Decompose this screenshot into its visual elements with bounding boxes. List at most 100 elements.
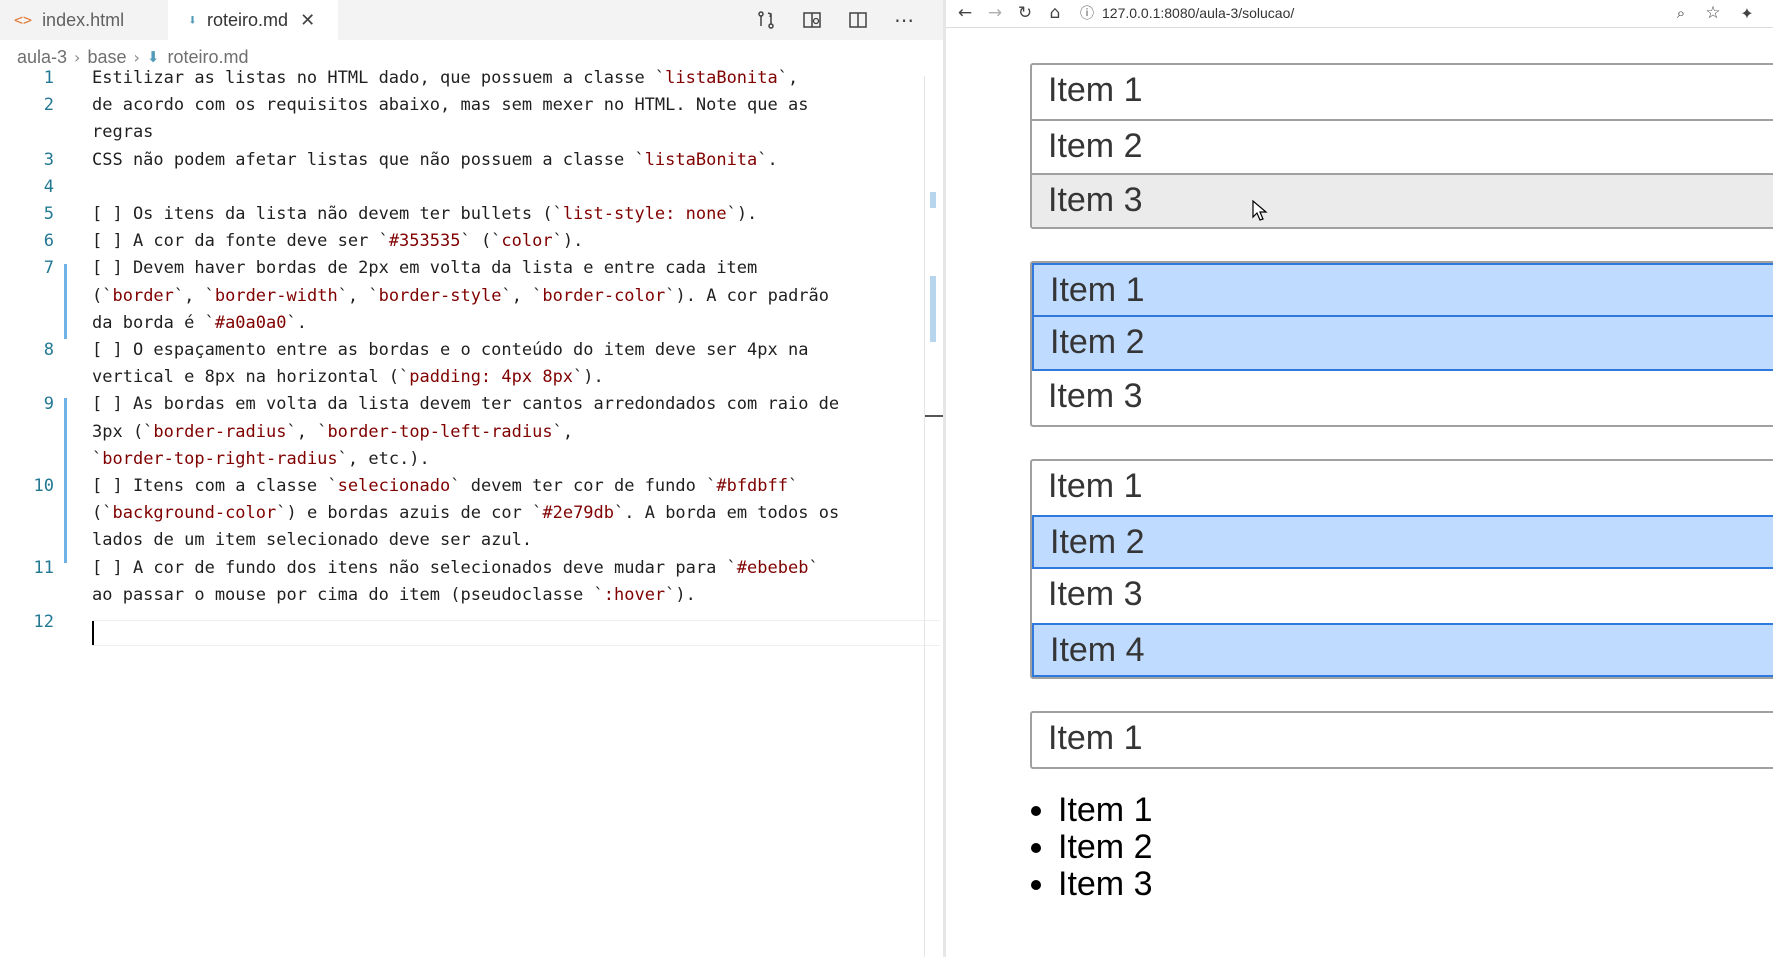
lista-bonita: Item 1 Item 2 Item 3 Item 4: [1030, 459, 1773, 679]
inline-code: border-top-left-radius: [327, 421, 553, 442]
line-number: 10: [33, 476, 54, 496]
code-line: da borda é `#a0a0a0`.: [92, 311, 307, 335]
more-actions-icon[interactable]: ⋯: [890, 6, 918, 34]
code-area[interactable]: 1 Estilizar as listas no HTML dado, que p…: [0, 66, 940, 957]
forward-icon[interactable]: →: [984, 2, 1006, 24]
list-item: Item 2: [1058, 829, 1152, 866]
line-text: lados de um item selecionado deve ser az…: [92, 530, 533, 551]
line-number: 3: [43, 149, 54, 170]
editor-scrollbar[interactable]: [924, 76, 945, 957]
chevron-right-icon: ›: [74, 47, 81, 67]
open-changes-icon[interactable]: [752, 6, 780, 34]
list-item[interactable]: Item 2: [1032, 119, 1773, 173]
inline-code: #ebebeb: [736, 557, 809, 578]
list-item[interactable]: Item 2: [1032, 515, 1773, 569]
scrollbar-marker: [930, 192, 936, 208]
scrollbar-marker: [930, 276, 936, 342]
line-text: `, `: [337, 285, 379, 306]
breadcrumb-folder[interactable]: base: [87, 47, 126, 68]
home-icon[interactable]: ⌂: [1044, 2, 1066, 24]
reload-icon[interactable]: ↻: [1014, 2, 1036, 24]
split-editor-icon[interactable]: [844, 6, 872, 34]
line-text: `,: [777, 68, 799, 88]
line-number: 7: [43, 258, 54, 279]
inline-code: border-color: [542, 285, 666, 306]
preview-icon[interactable]: [798, 6, 826, 34]
breadcrumb-folder[interactable]: aula-3: [17, 47, 67, 68]
scrollbar-cursor-marker: [925, 415, 945, 417]
line-text: `: [92, 448, 103, 469]
list-item[interactable]: Item 2: [1032, 317, 1773, 371]
tab-index-html[interactable]: <> index.html: [0, 0, 168, 40]
breadcrumb: aula-3 › base › ⬇ roteiro.md: [17, 46, 249, 68]
line-text: regras: [92, 122, 154, 143]
line-text: [ ] As bordas em volta da lista devem te…: [92, 394, 840, 415]
inline-code: list-style: none: [562, 204, 727, 224]
list-item[interactable]: Item 3: [1032, 569, 1773, 623]
inline-code: listaBonita: [644, 149, 758, 170]
tab-label: index.html: [42, 9, 125, 30]
code-line: [ ] Devem haver bordas de 2px em volta d…: [92, 256, 757, 280]
list-item[interactable]: Item 1: [1032, 713, 1773, 767]
line-text: `). A cor padrão: [665, 285, 830, 306]
list-item[interactable]: Item 1: [1032, 263, 1773, 317]
line-number: 9: [43, 394, 54, 415]
line-text: `, `: [173, 285, 215, 306]
list-item[interactable]: Item 3: [1032, 371, 1773, 425]
code-line: [ ] As bordas em volta da lista devem te…: [92, 392, 839, 416]
text-cursor: [92, 621, 94, 645]
list-item[interactable]: Item 1: [1032, 461, 1773, 515]
inline-code: padding: 4px 8px: [409, 367, 574, 388]
line-text: da borda é `: [92, 312, 215, 333]
inline-code: border-style: [378, 285, 502, 306]
line-text: `.: [286, 312, 307, 333]
line-text: `: [788, 476, 799, 496]
lista-bonita: Item 1 Item 2 Item 3: [1030, 63, 1773, 229]
tab-roteiro-md[interactable]: ⬇ roteiro.md ✕: [168, 0, 338, 40]
code-line: lados de um item selecionado deve ser az…: [92, 528, 532, 552]
list-item[interactable]: Item 4: [1032, 623, 1773, 677]
zoom-icon[interactable]: ⌕: [1670, 2, 1692, 24]
mouse-pointer-icon: [1252, 200, 1268, 221]
line-number: 8: [43, 340, 54, 360]
info-icon[interactable]: ⓘ: [1080, 3, 1094, 23]
line-text: `) e bordas azuis de cor `: [276, 503, 543, 524]
inline-code: listaBonita: [665, 68, 778, 88]
url-text: 127.0.0.1:8080/aula-3/solucao/: [1102, 5, 1295, 21]
code-line: CSS não podem afetar listas que não poss…: [92, 148, 778, 172]
code-line: [ ] Itens com a classe `selecionado` dev…: [92, 474, 798, 498]
line-text: ao passar o mouse por cima do item (pseu…: [92, 584, 604, 605]
breadcrumb-file[interactable]: roteiro.md: [167, 47, 248, 68]
address-bar[interactable]: ⓘ 127.0.0.1:8080/aula-3/solucao/: [1080, 2, 1294, 24]
browser-toolbar: ← → ↻ ⌂ ⓘ 127.0.0.1:8080/aula-3/solucao/…: [946, 0, 1773, 28]
line-text: `).: [573, 367, 604, 388]
inline-code: border: [112, 285, 174, 306]
line-number: 1: [43, 68, 54, 88]
inline-code: #bfdbff: [716, 476, 788, 496]
line-number: 12: [33, 612, 54, 632]
bookmark-star-icon[interactable]: ☆: [1702, 2, 1724, 24]
code-line: `border-top-right-radius`, etc.).: [92, 447, 430, 471]
list-item[interactable]: Item 1: [1032, 65, 1773, 119]
line-number: 4: [43, 176, 54, 197]
line-text: `. A borda em todos os: [614, 503, 840, 524]
line-text: `, `: [286, 421, 328, 442]
code-line: (`border`, `border-width`, `border-style…: [92, 284, 829, 308]
line-text: `: [808, 557, 819, 578]
lista-bonita: Item 1: [1030, 711, 1773, 769]
list-item[interactable]: Item 3: [1032, 173, 1773, 227]
list-item: Item 3: [1058, 866, 1152, 903]
editor-tab-bar: <> index.html ⬇ roteiro.md ✕ ⋯: [0, 0, 945, 40]
line-text: [ ] A cor da fonte deve ser `: [92, 231, 389, 252]
line-text: `.: [757, 149, 778, 170]
inline-code: #2e79db: [542, 503, 615, 524]
chevron-right-icon: ›: [133, 47, 140, 67]
code-line: [ ] A cor da fonte deve ser `#353535` (`…: [92, 229, 583, 253]
inline-code: background-color: [112, 503, 277, 524]
close-icon[interactable]: ✕: [300, 10, 315, 31]
back-icon[interactable]: ←: [954, 2, 976, 24]
line-text: `, etc.).: [337, 448, 430, 469]
inline-code: border-width: [214, 285, 338, 306]
extensions-icon[interactable]: ✦: [1736, 2, 1758, 24]
inline-code: border-radius: [153, 421, 287, 442]
